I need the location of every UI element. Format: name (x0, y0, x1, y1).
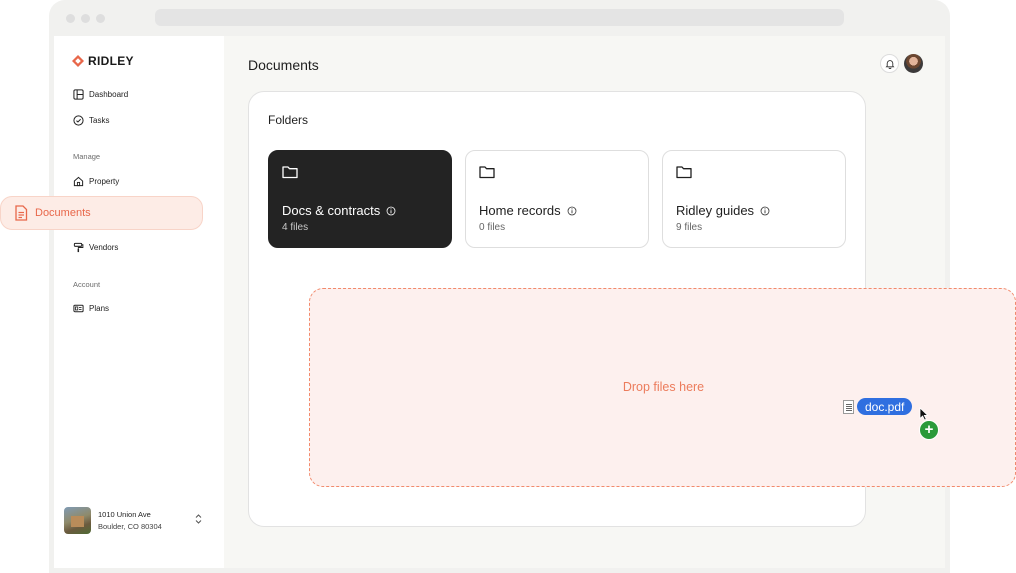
folder-icon (479, 166, 495, 179)
ridley-logo[interactable]: RIDLEY (72, 53, 134, 69)
house-thumbnail (64, 506, 91, 534)
dragged-file[interactable]: doc.pdf (843, 398, 913, 415)
folder-file-count: 9 files (676, 222, 703, 233)
bell-icon (885, 59, 894, 69)
address-line2: Boulder, CO 80304 (98, 521, 162, 531)
info-icon[interactable] (760, 206, 770, 216)
file-thumbnail-icon (843, 399, 854, 414)
document-icon (15, 205, 28, 221)
info-icon[interactable] (386, 206, 396, 216)
add-copy-icon: + (919, 420, 939, 440)
sidebar-item-dashboard[interactable]: Dashboard (73, 89, 128, 100)
sidebar-item-label: Tasks (89, 116, 110, 125)
sidebar-item-label: Plans (89, 304, 110, 313)
dashboard-icon (73, 89, 84, 100)
notifications-button[interactable] (880, 54, 899, 73)
folder-icon (676, 166, 692, 179)
folder-name-text: Docs & contracts (282, 203, 381, 218)
check-circle-icon (73, 115, 84, 126)
folder-card-ridley-guides[interactable]: Ridley guides 9 files (662, 150, 846, 248)
window-close-dot[interactable] (66, 14, 75, 23)
sidebar-item-label: Dashboard (89, 90, 129, 99)
sidebar-item-label: Vendors (89, 243, 119, 252)
folder-name: Home records (479, 203, 577, 218)
address-line1: 1010 Union Ave (98, 509, 151, 519)
brand-name: RIDLEY (88, 54, 134, 68)
property-address: 1010 Union Ave Boulder, CO 80304 (98, 510, 162, 531)
folder-name-text: Ridley guides (676, 203, 755, 218)
drop-zone-label: Drop files here (622, 380, 705, 394)
folder-file-count: 4 files (282, 222, 309, 233)
folder-name-text: Home records (479, 203, 561, 218)
folder-card-home-records[interactable]: Home records 0 files (465, 150, 649, 248)
title-bar (49, 0, 950, 36)
sidebar-item-plans[interactable]: Plans (73, 303, 109, 314)
folders-title: Folders (268, 113, 309, 127)
sidebar-item-property[interactable]: Property (73, 176, 119, 187)
folder-icon (282, 166, 298, 179)
sidebar-item-label: Documents (35, 207, 91, 219)
ridley-logo-icon (72, 55, 84, 67)
info-icon[interactable] (567, 206, 577, 216)
file-drop-zone[interactable]: Drop files here (309, 288, 1016, 487)
user-avatar[interactable] (904, 54, 923, 73)
paint-roller-icon (73, 242, 84, 253)
folder-name: Ridley guides (676, 203, 770, 218)
chevron-updown-icon[interactable] (194, 513, 203, 525)
file-name-chip: doc.pdf (857, 398, 913, 415)
sidebar-item-documents[interactable]: Documents (0, 196, 203, 230)
section-label-account: Account (73, 280, 101, 289)
sidebar-item-tasks[interactable]: Tasks (73, 115, 109, 126)
sidebar-item-vendors[interactable]: Vendors (73, 242, 118, 253)
folder-name: Docs & contracts (282, 203, 396, 218)
property-switcher[interactable]: 1010 Union Ave Boulder, CO 80304 (64, 506, 210, 534)
id-card-icon (73, 304, 84, 313)
folder-card-docs-contracts[interactable]: Docs & contracts 4 files (268, 150, 452, 248)
section-label-manage: Manage (73, 152, 101, 161)
sidebar-item-label: Property (89, 177, 120, 186)
window-maximize-dot[interactable] (96, 14, 105, 23)
window-minimize-dot[interactable] (81, 14, 90, 23)
home-icon (73, 176, 84, 187)
folder-file-count: 0 files (479, 222, 506, 233)
page-title: Documents (248, 57, 319, 73)
mouse-cursor-icon (919, 407, 929, 421)
address-bar[interactable] (155, 9, 844, 26)
